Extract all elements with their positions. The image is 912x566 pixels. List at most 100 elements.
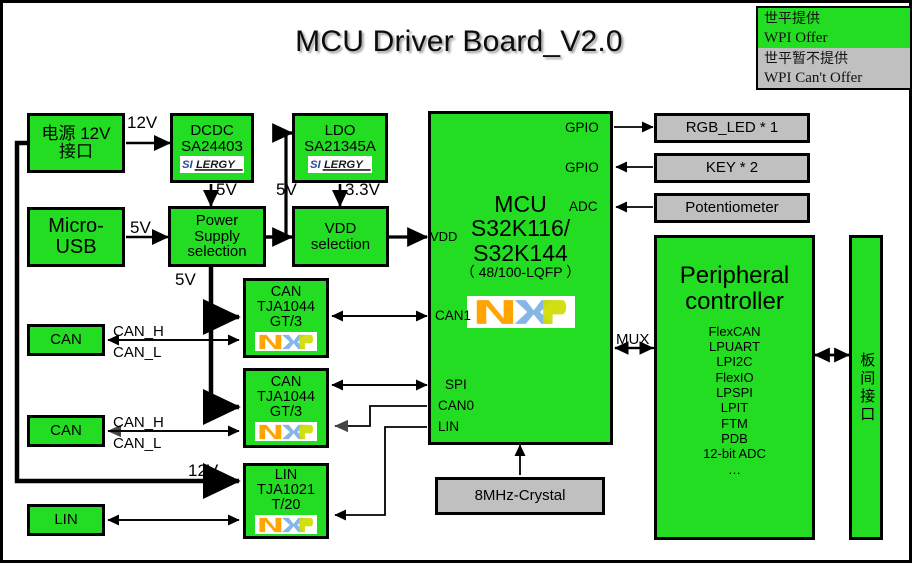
label-12v-to-lin: 12V xyxy=(188,461,219,480)
peripheral-item: LPSPI xyxy=(716,385,753,401)
lin-transceiver-line2: TJA1021 xyxy=(256,481,316,498)
nxp-logo xyxy=(255,422,317,442)
power-supply-selection-line1: Power xyxy=(195,212,239,230)
diagram-canvas: MCU Driver Board_V2.0 世平提供 WPI Offer 世平暂… xyxy=(0,0,912,563)
potentiometer-label: Potentiometer xyxy=(685,199,779,217)
silergy-logo-mark: SI L ERGY xyxy=(308,156,372,173)
legend: 世平提供 WPI Offer 世平暂不提供 WPI Can't Offer xyxy=(756,6,912,90)
peripheral-item: FlexCAN xyxy=(708,323,761,339)
label-5v-from-usb: 5V xyxy=(130,218,151,237)
vdd-selection-block[interactable]: VDD selection xyxy=(292,206,389,267)
mcu-pin-adc: ADC xyxy=(569,199,598,214)
label-3v3-from-ldo: 3.3V xyxy=(345,180,380,199)
can-transceiver-2[interactable]: CAN TJA1044 GT/3 xyxy=(243,368,329,448)
label-can-h-1: CAN_H xyxy=(113,323,164,340)
mcu-pin-can1: CAN1 xyxy=(435,308,472,323)
lin-transceiver[interactable]: LIN TJA1021 T/20 xyxy=(243,463,329,539)
peripheral-controller-block[interactable]: Peripheral controller FlexCAN LPUART LPI… xyxy=(654,235,815,540)
power-supply-selection-block[interactable]: Power Supply selection xyxy=(168,206,266,267)
svg-text:L: L xyxy=(324,158,331,170)
mcu-package: （ 48/100-LQFP ） xyxy=(460,264,581,281)
nxp-logo xyxy=(466,295,575,328)
power-12v-line2: 接口 xyxy=(59,142,93,161)
micro-usb-block[interactable]: Micro- USB xyxy=(27,207,125,267)
power-12v-connector-block[interactable]: 电源 12V 接口 xyxy=(27,113,125,173)
can-connector-1[interactable]: CAN xyxy=(27,324,105,356)
power-supply-selection-line2: Supply xyxy=(194,227,240,245)
label-5v-to-ldo: 5V xyxy=(276,180,297,199)
lin-connector-label: LIN xyxy=(54,511,78,529)
mcu-pin-lin: LIN xyxy=(438,419,460,434)
label-5v-from-dcdc: 5V xyxy=(216,180,237,199)
can-transceiver-2-line3: GT/3 xyxy=(269,404,303,421)
peripheral-item: … xyxy=(728,461,741,477)
peripheral-item: LPI2C xyxy=(716,354,753,370)
peripheral-controller-line1: Peripheral xyxy=(679,262,790,289)
dcdc-line2: SA24403 xyxy=(181,138,243,155)
can-transceiver-1-line1: CAN xyxy=(270,283,302,300)
board-interface-block[interactable]: 板间接口 xyxy=(849,235,883,540)
label-mux: MUX xyxy=(616,331,650,348)
svg-text:SI: SI xyxy=(182,158,194,170)
can-connector-2[interactable]: CAN xyxy=(27,415,105,447)
crystal-label: 8MHz-Crystal xyxy=(474,487,566,505)
peripheral-item: LPIT xyxy=(720,400,749,416)
key-block[interactable]: KEY * 2 xyxy=(654,153,810,183)
nxp-logo-mark xyxy=(473,296,568,327)
silergy-logo-mark: SI L ERGY xyxy=(180,156,244,173)
ldo-line2: SA21345A xyxy=(304,138,376,155)
vdd-selection-line1: VDD xyxy=(324,219,357,237)
nxp-logo xyxy=(255,515,317,535)
label-can-h-2: CAN_H xyxy=(113,414,164,431)
silergy-logo: SI L ERGY xyxy=(308,155,372,173)
can-connector-1-label: CAN xyxy=(50,331,82,349)
dcdc-line1: DCDC xyxy=(190,122,234,140)
label-can-l-1: CAN_L xyxy=(113,344,162,361)
nxp-logo-mark xyxy=(257,422,315,441)
nxp-logo xyxy=(255,332,317,352)
crystal-block[interactable]: 8MHz-Crystal xyxy=(435,477,605,515)
key-label: KEY * 2 xyxy=(705,159,759,177)
potentiometer-block[interactable]: Potentiometer xyxy=(654,193,810,223)
vdd-selection-line2: selection xyxy=(310,235,371,253)
nxp-logo-mark xyxy=(257,515,315,534)
mcu-pin-spi: SPI xyxy=(445,377,467,392)
lin-connector[interactable]: LIN xyxy=(27,504,105,536)
nxp-logo-mark xyxy=(257,332,315,351)
mcu-pin-vdd: VDD xyxy=(430,229,458,244)
silergy-logo: SI L ERGY xyxy=(180,155,244,173)
mcu-pin-gpio-2: GPIO xyxy=(565,160,599,175)
mcu-pin-gpio-1: GPIO xyxy=(565,120,599,135)
ldo-line1: LDO xyxy=(324,122,356,140)
ldo-block[interactable]: LDO SA21345A SI L ERGY xyxy=(292,113,388,183)
can-transceiver-1[interactable]: CAN TJA1044 GT/3 xyxy=(243,278,329,358)
peripheral-item: 12-bit ADC xyxy=(703,446,766,462)
svg-text:L: L xyxy=(196,158,203,170)
label-12v-from-power: 12V xyxy=(127,113,158,132)
mcu-part2: S32K144 xyxy=(473,239,568,266)
micro-usb-line2: USB xyxy=(55,236,97,258)
power-supply-selection-line3: selection xyxy=(187,243,247,261)
can-transceiver-2-line2: TJA1044 xyxy=(256,388,316,405)
svg-text:SI: SI xyxy=(310,158,322,170)
legend-not-offered-cn: 世平暂不提供 xyxy=(758,48,910,68)
legend-offered-cn: 世平提供 xyxy=(758,8,910,28)
mcu-pin-can0: CAN0 xyxy=(438,398,475,413)
lin-transceiver-line3: T/20 xyxy=(271,497,301,514)
board-interface-label: 板间接口 xyxy=(858,351,876,424)
peripheral-item: FTM xyxy=(721,415,748,431)
micro-usb-line1: Micro- xyxy=(48,215,104,238)
lin-transceiver-line1: LIN xyxy=(274,466,298,483)
mcu-part: S32K116/ xyxy=(470,215,571,242)
peripheral-item: LPUART xyxy=(708,339,761,355)
power-12v-line1: 电源 12V xyxy=(41,124,111,144)
dcdc-block[interactable]: DCDC SA24403 SI L ERGY xyxy=(170,113,254,183)
legend-not-offered-en: WPI Can't Offer xyxy=(758,68,910,88)
can-transceiver-1-line3: GT/3 xyxy=(269,314,303,331)
legend-offered-en: WPI Offer xyxy=(758,28,910,48)
rgb-led-label: RGB_LED * 1 xyxy=(685,119,779,137)
rgb-led-block[interactable]: RGB_LED * 1 xyxy=(654,113,810,143)
svg-text:ERGY: ERGY xyxy=(203,158,237,170)
peripheral-item: FlexIO xyxy=(715,369,754,385)
peripheral-controller-line2: controller xyxy=(685,287,784,315)
